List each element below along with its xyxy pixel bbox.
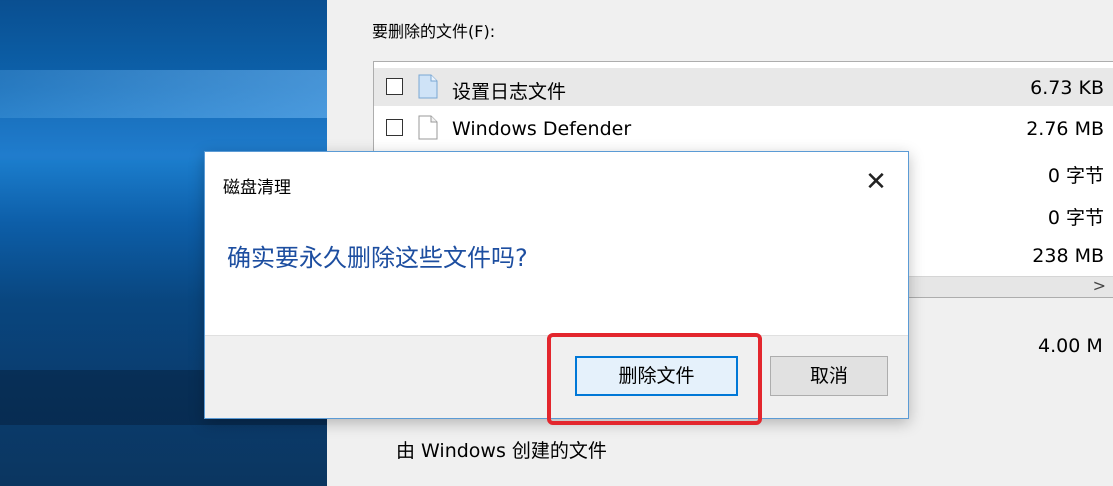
annotation-highlight-box	[547, 333, 762, 425]
files-to-delete-label: 要删除的文件(F):	[372, 22, 496, 41]
file-name: Windows Defender	[452, 118, 632, 140]
cancel-button[interactable]: 取消	[770, 356, 888, 396]
file-size: 238 MB	[1032, 245, 1104, 267]
confirm-message: 确实要永久删除这些文件吗?	[227, 244, 528, 272]
scroll-right-icon[interactable]: >	[1093, 276, 1106, 295]
list-item[interactable]: Windows Defender 2.76 MB	[374, 109, 1113, 147]
file-size: 0 字节	[1047, 165, 1104, 187]
log-file-icon	[418, 74, 438, 99]
close-icon[interactable]: ✕	[858, 164, 894, 200]
wallpaper-light-streak	[0, 70, 327, 118]
file-icon	[418, 115, 438, 140]
file-description: 由 Windows 创建的文件	[396, 440, 607, 462]
file-name: 设置日志文件	[452, 81, 567, 103]
total-size-value: 4.00 M	[1038, 335, 1103, 357]
file-size: 6.73 KB	[1030, 77, 1104, 99]
file-checkbox[interactable]	[386, 78, 403, 95]
file-size: 2.76 MB	[1026, 118, 1104, 140]
file-size: 0 字节	[1047, 207, 1104, 229]
dialog-title: 磁盘清理	[223, 178, 291, 198]
list-item[interactable]: 设置日志文件 6.73 KB	[374, 68, 1113, 106]
file-checkbox[interactable]	[386, 119, 403, 136]
